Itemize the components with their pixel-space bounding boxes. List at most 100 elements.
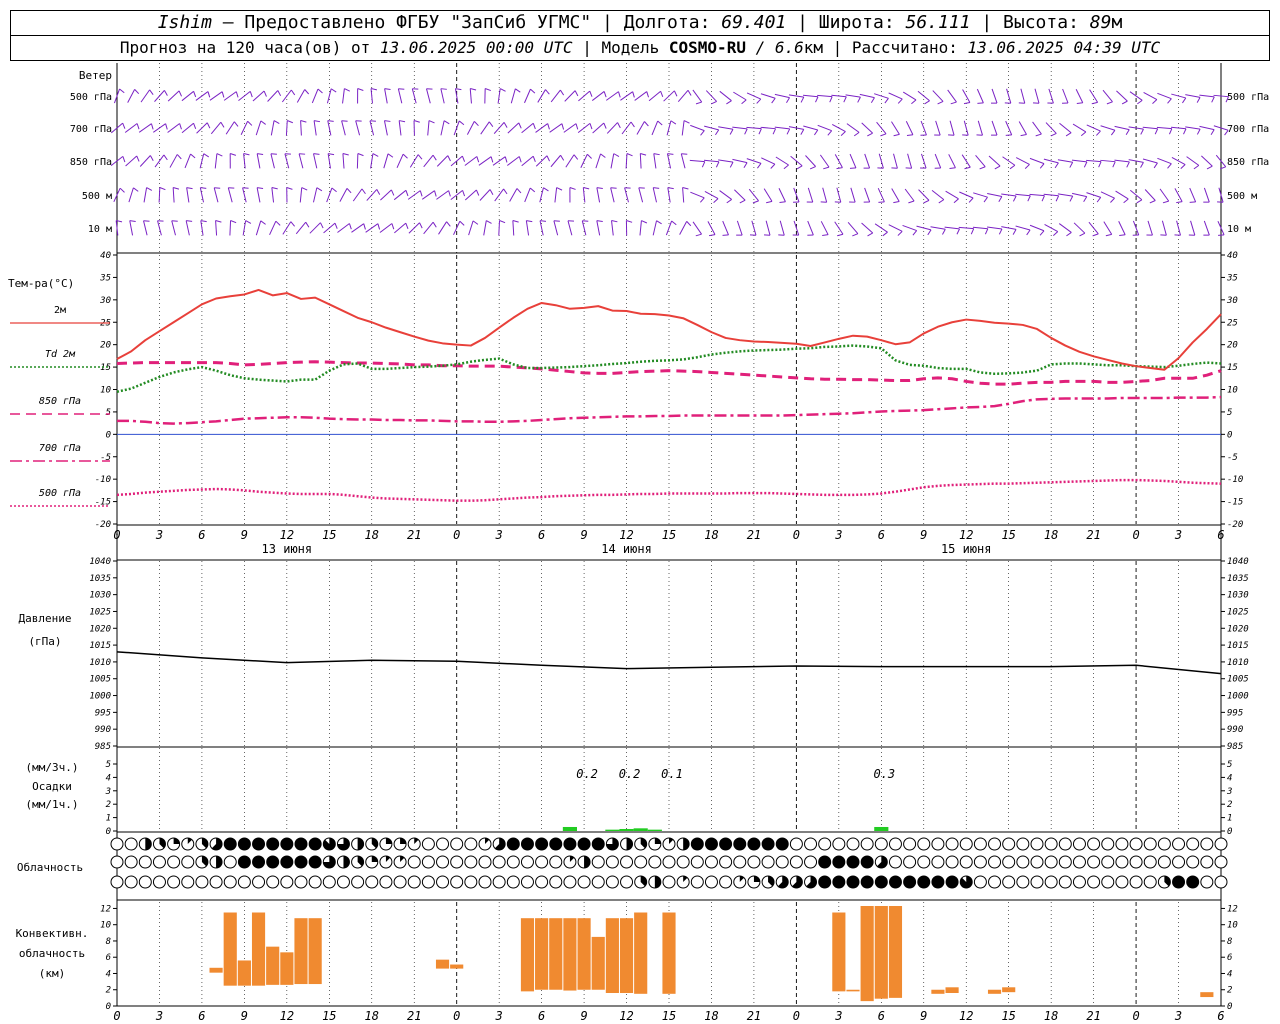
wind-barb — [1001, 193, 1017, 202]
wind-barb — [327, 120, 334, 136]
wind-barb-staff — [891, 121, 900, 135]
cloud-cover-symbol — [167, 875, 181, 889]
cloud-circle — [110, 837, 124, 851]
wind-barb — [478, 156, 494, 166]
wind-barb-staff — [680, 153, 686, 169]
wind-barb-staff — [384, 88, 388, 104]
wind-barb-staff — [497, 88, 501, 104]
wind-barb-staff — [1176, 220, 1181, 236]
wind-barb-feather — [884, 97, 889, 104]
wind-barb — [948, 154, 956, 170]
wind-barb-staff — [596, 220, 601, 236]
wind-barb-feather — [470, 88, 477, 91]
temp-ytick-label-left: 0 — [106, 430, 111, 440]
wind-barb-feather — [462, 190, 466, 197]
cloud-cover-symbol — [577, 875, 591, 889]
wind-barb-feather — [556, 187, 563, 191]
cloud-circle — [1016, 875, 1030, 889]
wind-barb — [369, 120, 376, 136]
temp-xtick-label: 15 — [322, 528, 336, 542]
wind-barb-staff — [436, 155, 449, 167]
cloud-circle — [917, 855, 931, 869]
wind-barb — [690, 124, 705, 136]
wind-barb-feather — [357, 153, 364, 157]
wind-barb-staff — [836, 187, 842, 203]
wind-barb-feather — [897, 231, 903, 236]
wind-barb-feather — [1012, 195, 1017, 202]
pressure-ytick-label-left: 985 — [95, 742, 111, 752]
wind-barb-feather — [384, 88, 391, 91]
wind-barb-feather — [1039, 230, 1045, 236]
wind-barb-feather — [1065, 132, 1072, 137]
wind-barb-staff — [285, 120, 288, 136]
wind-barb — [976, 120, 983, 136]
cloud-fill — [931, 876, 944, 888]
wind-barb-staff — [1115, 190, 1129, 200]
pressure-ytick-label-right: 1025 — [1227, 607, 1249, 617]
precip-ytick-label-right: 5 — [1227, 760, 1232, 770]
wind-barb-staff — [947, 89, 957, 103]
temp-xtick-label: 0 — [113, 528, 120, 542]
wind-barb-feather — [518, 122, 522, 129]
cloud-cover-symbol — [436, 837, 450, 851]
cloud-circle — [195, 875, 209, 889]
wind-barb-feather — [516, 188, 522, 194]
wind-barb-staff — [427, 120, 430, 136]
cloud-cover-symbol — [775, 837, 789, 851]
temp-xtick-label: 21 — [1086, 528, 1100, 542]
wind-barb-feather — [165, 123, 168, 130]
cloud-cover-symbol — [1200, 837, 1214, 851]
temp-ytick-label-right: 40 — [1227, 251, 1238, 261]
precip-ytick-label-right: 3 — [1226, 787, 1232, 797]
wind-barb — [817, 124, 833, 136]
wind-barb-feather — [446, 221, 451, 227]
wind-barb-staff — [864, 153, 871, 169]
wind-barb — [580, 153, 592, 168]
wind-barb — [564, 90, 579, 102]
wind-barb — [863, 153, 871, 169]
wind-barb-feather — [994, 165, 1001, 170]
wind-barb-feather — [626, 220, 633, 223]
cloud-cover-symbol — [181, 855, 195, 869]
wind-barb — [1102, 89, 1113, 105]
cloud-circle — [1101, 837, 1115, 851]
cloud-circle — [620, 875, 634, 889]
wind-barb-feather — [1110, 129, 1116, 136]
wind-barb-feather — [656, 220, 662, 225]
cloud-cover-symbol — [436, 875, 450, 889]
wind-barb — [763, 188, 773, 204]
wind-barb-feather — [233, 121, 239, 127]
wind-barb-staff — [1103, 221, 1113, 235]
cloud-circle — [973, 875, 987, 889]
wind-barb-staff — [181, 90, 194, 102]
pressure-ytick-label-left: 990 — [95, 725, 111, 735]
conv-cloud-bar — [251, 912, 266, 986]
cloud-cover-symbol — [294, 875, 308, 889]
wind-barb — [732, 126, 748, 135]
wind-barb — [690, 191, 705, 203]
cloud-cover-symbol — [832, 875, 846, 889]
wind-barb — [1086, 192, 1102, 203]
wind-barb-staff — [1203, 220, 1210, 236]
wind-barb-feather — [569, 187, 576, 190]
temp-ytick-label-left: 40 — [100, 251, 111, 261]
wind-barb — [525, 220, 533, 236]
precip-bar — [647, 829, 662, 831]
wind-barb — [140, 89, 154, 103]
wind-barb — [891, 153, 898, 169]
conv-ytick-label-left: 0 — [106, 1002, 111, 1012]
cloud-cover-symbol — [818, 855, 832, 869]
wind-barb-staff — [732, 126, 748, 130]
cloud-fill — [1186, 876, 1199, 888]
wind-barb-feather — [1196, 128, 1201, 135]
cloud-circle — [988, 875, 1002, 889]
temp-ytick-label-right: 15 — [1227, 363, 1238, 373]
cloud-cover-symbol — [478, 837, 492, 851]
cloud-cover-symbol — [577, 855, 591, 869]
cloud-fill — [832, 856, 845, 868]
bottom-xtick-label: 9 — [580, 1009, 587, 1023]
conv-ytick-label-left: 10 — [100, 921, 111, 931]
wind-barb — [888, 92, 903, 104]
cloud-circle — [888, 837, 902, 851]
wind-barb-feather — [911, 99, 917, 105]
